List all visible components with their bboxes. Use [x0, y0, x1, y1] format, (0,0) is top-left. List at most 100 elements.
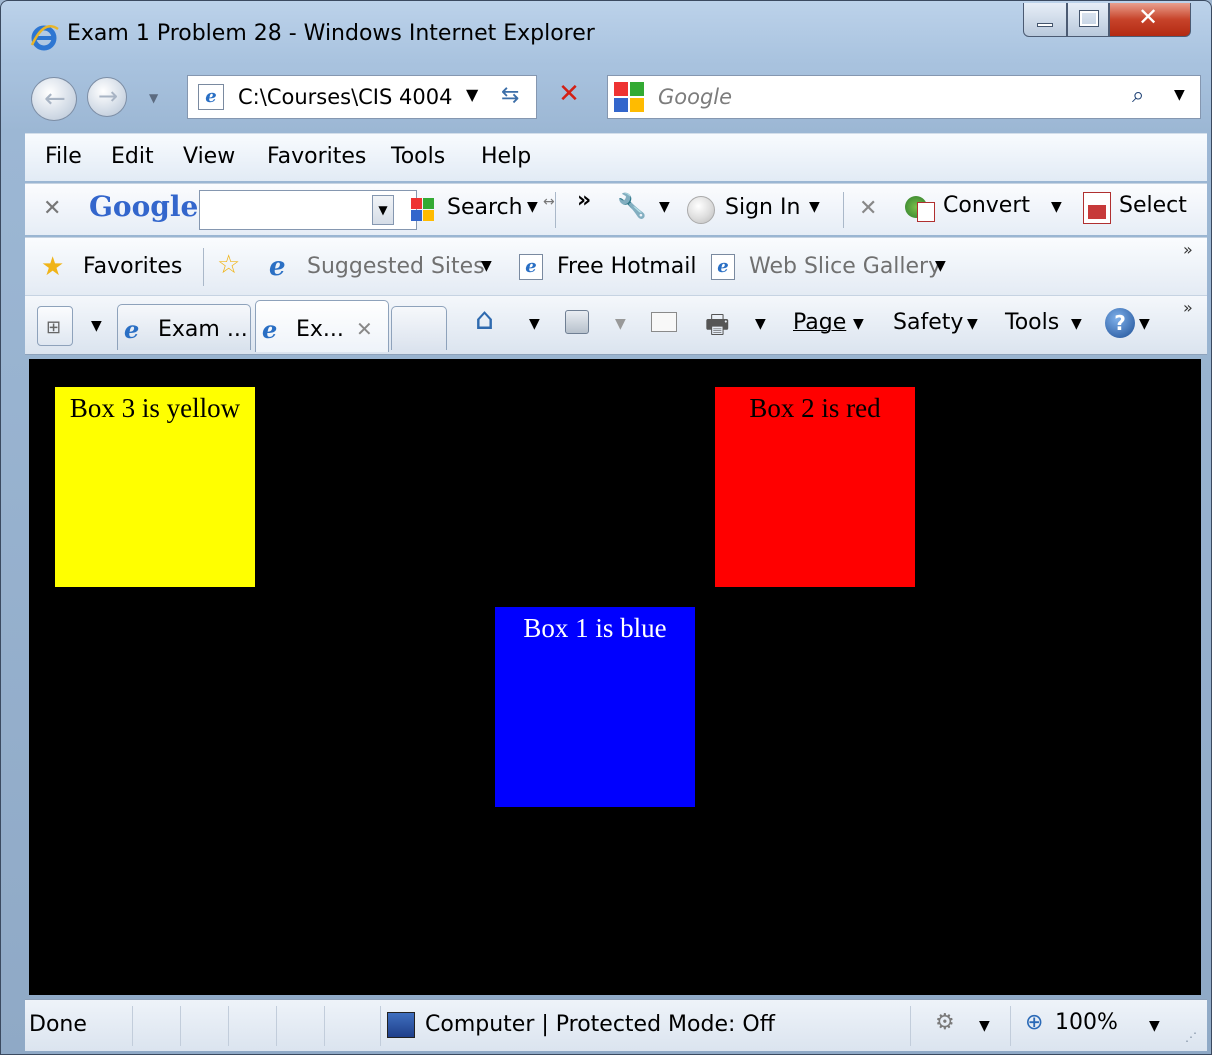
status-cell — [911, 1006, 1011, 1046]
page-icon: e — [711, 254, 735, 280]
more-favorites-chevron-icon[interactable]: » — [1183, 240, 1193, 259]
resize-handle-icon[interactable]: ↔ — [543, 194, 555, 210]
favorites-button[interactable]: Favorites — [83, 254, 182, 279]
convert-icon — [905, 192, 937, 222]
print-icon[interactable]: 🖶 — [705, 306, 730, 350]
google-search-dropdown-icon[interactable]: ▼ — [372, 195, 394, 225]
sign-in-button[interactable]: Sign In — [725, 195, 800, 220]
zoom-level[interactable]: 100% — [1055, 1010, 1118, 1035]
status-cell — [25, 1006, 133, 1046]
zoom-dropdown-icon[interactable]: ▼ — [1149, 1018, 1160, 1034]
tools-menu[interactable]: Tools — [1005, 310, 1059, 335]
page-content: Box 3 is yellow Box 2 is red Box 1 is bl… — [29, 359, 1201, 995]
google-icon — [614, 82, 646, 114]
ie-logo-icon — [30, 25, 59, 51]
menu-file[interactable]: File — [45, 144, 82, 169]
toolbar-separator — [555, 192, 556, 228]
feeds-dropdown-icon[interactable]: ▼ — [615, 316, 626, 332]
address-dropdown-icon[interactable]: ▼ — [466, 85, 478, 104]
maximize-icon — [1079, 10, 1099, 27]
ie-logo-icon: e — [262, 315, 278, 344]
toolbar-separator — [843, 192, 844, 228]
search-dropdown-icon[interactable]: ▼ — [527, 199, 538, 215]
window-title: Exam 1 Problem 28 - Windows Internet Exp… — [67, 21, 595, 46]
help-dropdown-icon[interactable]: ▼ — [1139, 316, 1150, 332]
web-slice-dropdown-icon[interactable]: ▼ — [935, 258, 946, 274]
suggested-sites-link[interactable]: Suggested Sites — [307, 254, 485, 279]
feeds-icon[interactable] — [565, 310, 589, 334]
tab-exam-2-active[interactable]: e Ex... ✕ — [255, 300, 389, 352]
stop-icon[interactable]: ✕ — [551, 79, 587, 115]
close-toolbar-icon[interactable]: ✕ — [43, 196, 61, 221]
wrench-icon[interactable]: 🔧 — [617, 192, 647, 220]
search-dropdown-icon[interactable]: ▼ — [1174, 87, 1185, 103]
status-cell — [229, 1006, 277, 1046]
search-icon[interactable]: ⌕ — [1132, 83, 1144, 108]
convert-dropdown-icon[interactable]: ▼ — [1051, 199, 1062, 215]
menu-tools[interactable]: Tools — [391, 144, 445, 169]
close-tab-icon[interactable]: ✕ — [356, 317, 373, 341]
menu-favorites[interactable]: Favorites — [267, 144, 366, 169]
favorites-bar: ★ Favorites ☆ e Suggested Sites ▼ e Free… — [25, 237, 1207, 295]
page-icon: e — [519, 254, 543, 280]
favorites-star-icon: ★ — [41, 252, 65, 282]
menu-edit[interactable]: Edit — [111, 144, 154, 169]
status-cell — [181, 1006, 229, 1046]
account-icon — [687, 196, 715, 224]
page-icon: e — [198, 84, 224, 110]
wrench-dropdown-icon[interactable]: ▼ — [659, 199, 670, 215]
recent-pages-dropdown-icon[interactable]: ▼ — [149, 91, 158, 105]
sign-in-dropdown-icon[interactable]: ▼ — [809, 199, 820, 215]
forward-button[interactable]: → — [87, 77, 127, 117]
tab-list-dropdown-icon[interactable]: ▼ — [91, 318, 102, 334]
quick-tabs-icon: ⊞ — [46, 317, 62, 338]
home-dropdown-icon[interactable]: ▼ — [529, 316, 540, 332]
tab-bar: ⊞ ▼ e Exam ... e Ex... ✕ ⌂ ▼ ▼ 🖶 ▼ Page … — [25, 295, 1207, 355]
address-input[interactable]: C:\Courses\CIS 4004 — [238, 85, 452, 109]
google-search-input[interactable]: ▼ — [199, 190, 417, 230]
mail-icon[interactable] — [651, 312, 677, 332]
status-cell — [133, 1006, 181, 1046]
refresh-icon[interactable]: ⇆ — [501, 83, 519, 108]
page-dropdown-icon[interactable]: ▼ — [853, 316, 864, 332]
minimize-button[interactable] — [1023, 3, 1067, 37]
new-tab-button[interactable] — [391, 306, 447, 350]
free-hotmail-link[interactable]: Free Hotmail — [557, 254, 696, 279]
search-input[interactable]: Google — [658, 85, 732, 109]
convert-button[interactable]: Convert — [943, 193, 1030, 218]
address-bar[interactable]: e C:\Courses\CIS 4004 ▼ — [187, 75, 537, 119]
add-to-favorites-bar-icon[interactable]: ☆ — [217, 250, 240, 280]
box-2-red: Box 2 is red — [715, 387, 915, 587]
close-button[interactable]: ✕ — [1109, 3, 1191, 37]
help-icon[interactable]: ? — [1105, 308, 1135, 338]
resize-grip-icon[interactable]: ⋰ — [1185, 1030, 1197, 1044]
page-menu[interactable]: Page — [793, 310, 846, 335]
web-slice-gallery-link[interactable]: Web Slice Gallery — [749, 254, 941, 279]
google-search-button[interactable]: Search — [447, 195, 523, 220]
tools-dropdown-icon[interactable]: ▼ — [1071, 316, 1082, 332]
maximize-button[interactable] — [1067, 3, 1109, 37]
suggested-sites-dropdown-icon[interactable]: ▼ — [481, 258, 492, 274]
status-bar: Done Computer | Protected Mode: Off ⚙ ▼ … — [25, 999, 1207, 1051]
safety-dropdown-icon[interactable]: ▼ — [967, 316, 978, 332]
select-button[interactable]: Select — [1119, 193, 1187, 218]
search-box[interactable]: Google ⌕ ▼ — [607, 75, 1201, 119]
tab-exam-1[interactable]: e Exam ... — [117, 304, 251, 350]
menu-view[interactable]: View — [183, 144, 235, 169]
safety-menu[interactable]: Safety — [893, 310, 963, 335]
home-icon[interactable]: ⌂ — [475, 302, 494, 337]
more-tools-chevron-icon[interactable]: » — [577, 188, 591, 213]
title-bar: Exam 1 Problem 28 - Windows Internet Exp… — [1, 1, 1211, 69]
box-1-blue: Box 1 is blue — [495, 607, 695, 807]
zoom-icon[interactable]: ⊕ — [1025, 1010, 1043, 1035]
back-button[interactable]: ← — [31, 77, 77, 121]
menu-bar: File Edit View Favorites Tools Help — [25, 133, 1207, 181]
select-icon — [1083, 192, 1111, 224]
google-logo: Google — [89, 190, 199, 223]
more-commands-chevron-icon[interactable]: » — [1183, 298, 1193, 317]
google-search-icon — [411, 198, 435, 222]
menu-help[interactable]: Help — [481, 144, 531, 169]
close-pdf-toolbar-icon[interactable]: ✕ — [859, 196, 877, 221]
print-dropdown-icon[interactable]: ▼ — [755, 316, 766, 332]
quick-tabs-button[interactable]: ⊞ — [37, 306, 73, 346]
